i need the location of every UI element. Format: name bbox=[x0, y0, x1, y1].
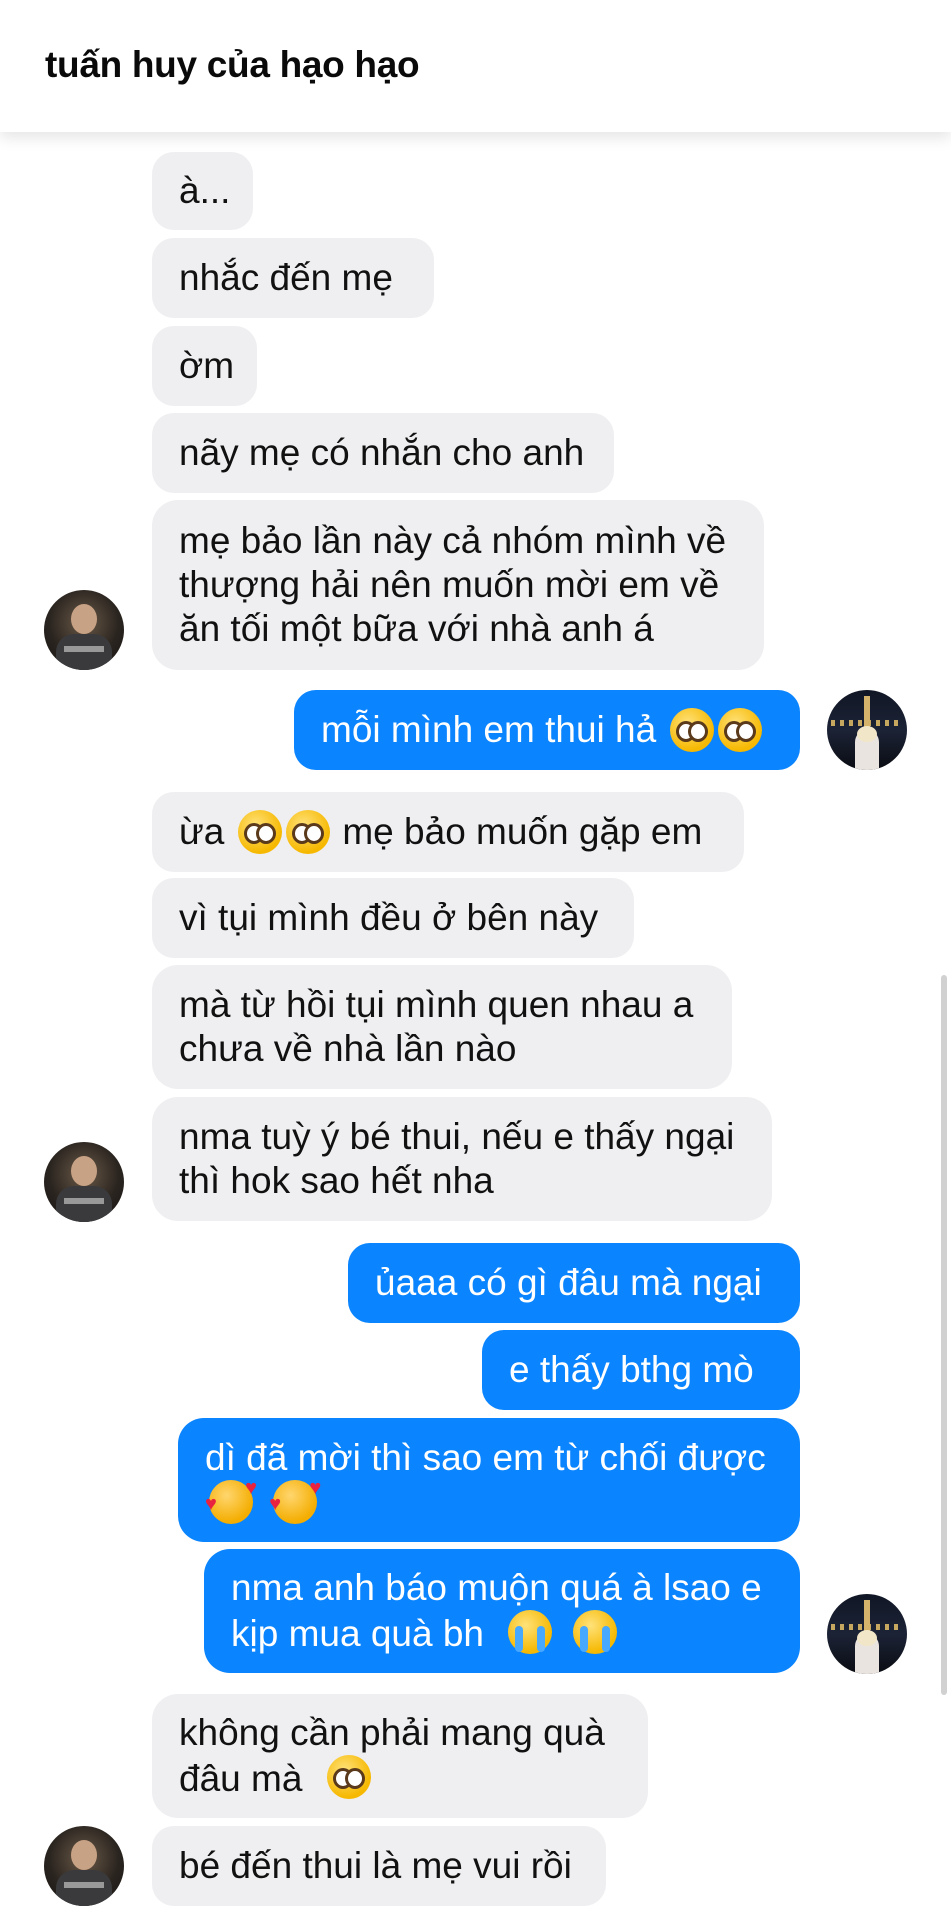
message-text-line: thì hok sao hết nha bbox=[179, 1160, 494, 1201]
message-text: nãy mẹ có nhắn cho anh bbox=[179, 432, 585, 473]
message-text-line: đâu mà bbox=[179, 1755, 371, 1801]
avatar-shirt-print bbox=[64, 1882, 104, 1888]
avatar-head bbox=[71, 1156, 97, 1186]
message-text: nhắc đến mẹ bbox=[179, 257, 393, 298]
message-incoming[interactable]: mẹ bảo lần này cả nhóm mình về thượng hả… bbox=[152, 500, 764, 670]
message-text: à... bbox=[179, 170, 231, 211]
loudly-crying-face-icon bbox=[508, 1610, 553, 1654]
message-incoming[interactable]: mà từ hồi tụi mình quen nhau a chưa về n… bbox=[152, 965, 732, 1089]
message-text: kịp mua quà bh bbox=[231, 1613, 485, 1654]
message-incoming[interactable]: vì tụi mình đều ở bên này bbox=[152, 878, 634, 958]
smiling-face-with-hearts-icon bbox=[205, 1478, 257, 1524]
message-incoming[interactable]: ừa mẹ bảo muốn gặp em bbox=[152, 792, 744, 872]
message-incoming[interactable]: nãy mẹ có nhắn cho anh bbox=[152, 413, 614, 493]
scrollbar[interactable] bbox=[941, 975, 947, 1695]
avatar-body bbox=[56, 1870, 112, 1906]
message-outgoing[interactable]: e thấy bthg mò bbox=[482, 1330, 800, 1410]
message-incoming[interactable]: không cần phải mang quà đâu mà bbox=[152, 1694, 648, 1818]
message-text-line: thượng hải nên muốn mời em về bbox=[179, 564, 720, 605]
message-incoming[interactable]: nhắc đến mẹ bbox=[152, 238, 434, 318]
message-outgoing[interactable]: nma anh báo muộn quá à lsao e kịp mua qu… bbox=[204, 1549, 800, 1673]
message-incoming[interactable]: bé đến thui là mẹ vui rồi bbox=[152, 1826, 606, 1906]
message-text-line: nma tuỳ ý bé thui, nếu e thấy ngại bbox=[179, 1116, 735, 1157]
emoji-line bbox=[205, 1478, 321, 1524]
contact-avatar[interactable] bbox=[44, 1142, 124, 1222]
message-text-line: chưa về nhà lần nào bbox=[179, 1028, 517, 1069]
message-text-line: không cần phải mang quà bbox=[179, 1712, 605, 1753]
loudly-crying-face-icon bbox=[572, 1610, 617, 1654]
message-text: ừa bbox=[179, 811, 225, 852]
smiling-face-with-hearts-icon bbox=[269, 1478, 321, 1524]
avatar-head bbox=[71, 1840, 97, 1870]
avatar-body bbox=[56, 1186, 112, 1222]
message-incoming[interactable]: nma tuỳ ý bé thui, nếu e thấy ngại thì h… bbox=[152, 1097, 772, 1221]
contact-name[interactable]: tuấn huy của hạo hạo bbox=[45, 44, 420, 86]
message-text: vì tụi mình đều ở bên này bbox=[179, 897, 599, 938]
message-outgoing[interactable]: dì đã mời thì sao em từ chối được bbox=[178, 1418, 800, 1542]
message-text-line: kịp mua quà bh bbox=[231, 1610, 617, 1656]
my-avatar[interactable] bbox=[827, 1594, 907, 1674]
message-text-line: dì đã mời thì sao em từ chối được bbox=[205, 1437, 766, 1478]
contact-avatar[interactable] bbox=[44, 1826, 124, 1906]
message-text: ủaaa có gì đâu mà ngại bbox=[375, 1262, 762, 1303]
message-outgoing[interactable]: mỗi mình em thui hả bbox=[294, 690, 800, 770]
message-text-line: ăn tối một bữa với nhà anh á bbox=[179, 608, 654, 649]
message-text-line: nma anh báo muộn quá à lsao e bbox=[231, 1567, 762, 1608]
message-text: e thấy bthg mò bbox=[509, 1349, 754, 1390]
pleading-face-icon bbox=[670, 708, 715, 752]
message-text-line: mà từ hồi tụi mình quen nhau a bbox=[179, 984, 694, 1025]
message-text: mỗi mình em thui hả bbox=[321, 709, 657, 750]
message-incoming[interactable]: à... bbox=[152, 152, 253, 230]
chat-header: tuấn huy của hạo hạo bbox=[0, 0, 951, 132]
pleading-face-icon bbox=[718, 708, 763, 752]
avatar-hair bbox=[857, 726, 877, 742]
message-outgoing[interactable]: ủaaa có gì đâu mà ngại bbox=[348, 1243, 800, 1323]
pleading-face-icon bbox=[286, 810, 331, 854]
message-text: mẹ bảo muốn gặp em bbox=[342, 811, 703, 852]
message-text: bé đến thui là mẹ vui rồi bbox=[179, 1845, 572, 1886]
avatar-head bbox=[71, 604, 97, 634]
message-text: đâu mà bbox=[179, 1758, 303, 1799]
avatar-body bbox=[56, 634, 112, 670]
message-incoming[interactable]: ờm bbox=[152, 326, 257, 406]
pleading-face-icon bbox=[238, 810, 283, 854]
contact-avatar[interactable] bbox=[44, 590, 124, 670]
avatar-shirt-print bbox=[64, 646, 104, 652]
pleading-face-icon bbox=[326, 1755, 371, 1799]
avatar-shirt-print bbox=[64, 1198, 104, 1204]
message-text-line: mẹ bảo lần này cả nhóm mình về bbox=[179, 520, 727, 561]
my-avatar[interactable] bbox=[827, 690, 907, 770]
message-text: ờm bbox=[179, 345, 235, 386]
avatar-hair bbox=[857, 1630, 877, 1646]
